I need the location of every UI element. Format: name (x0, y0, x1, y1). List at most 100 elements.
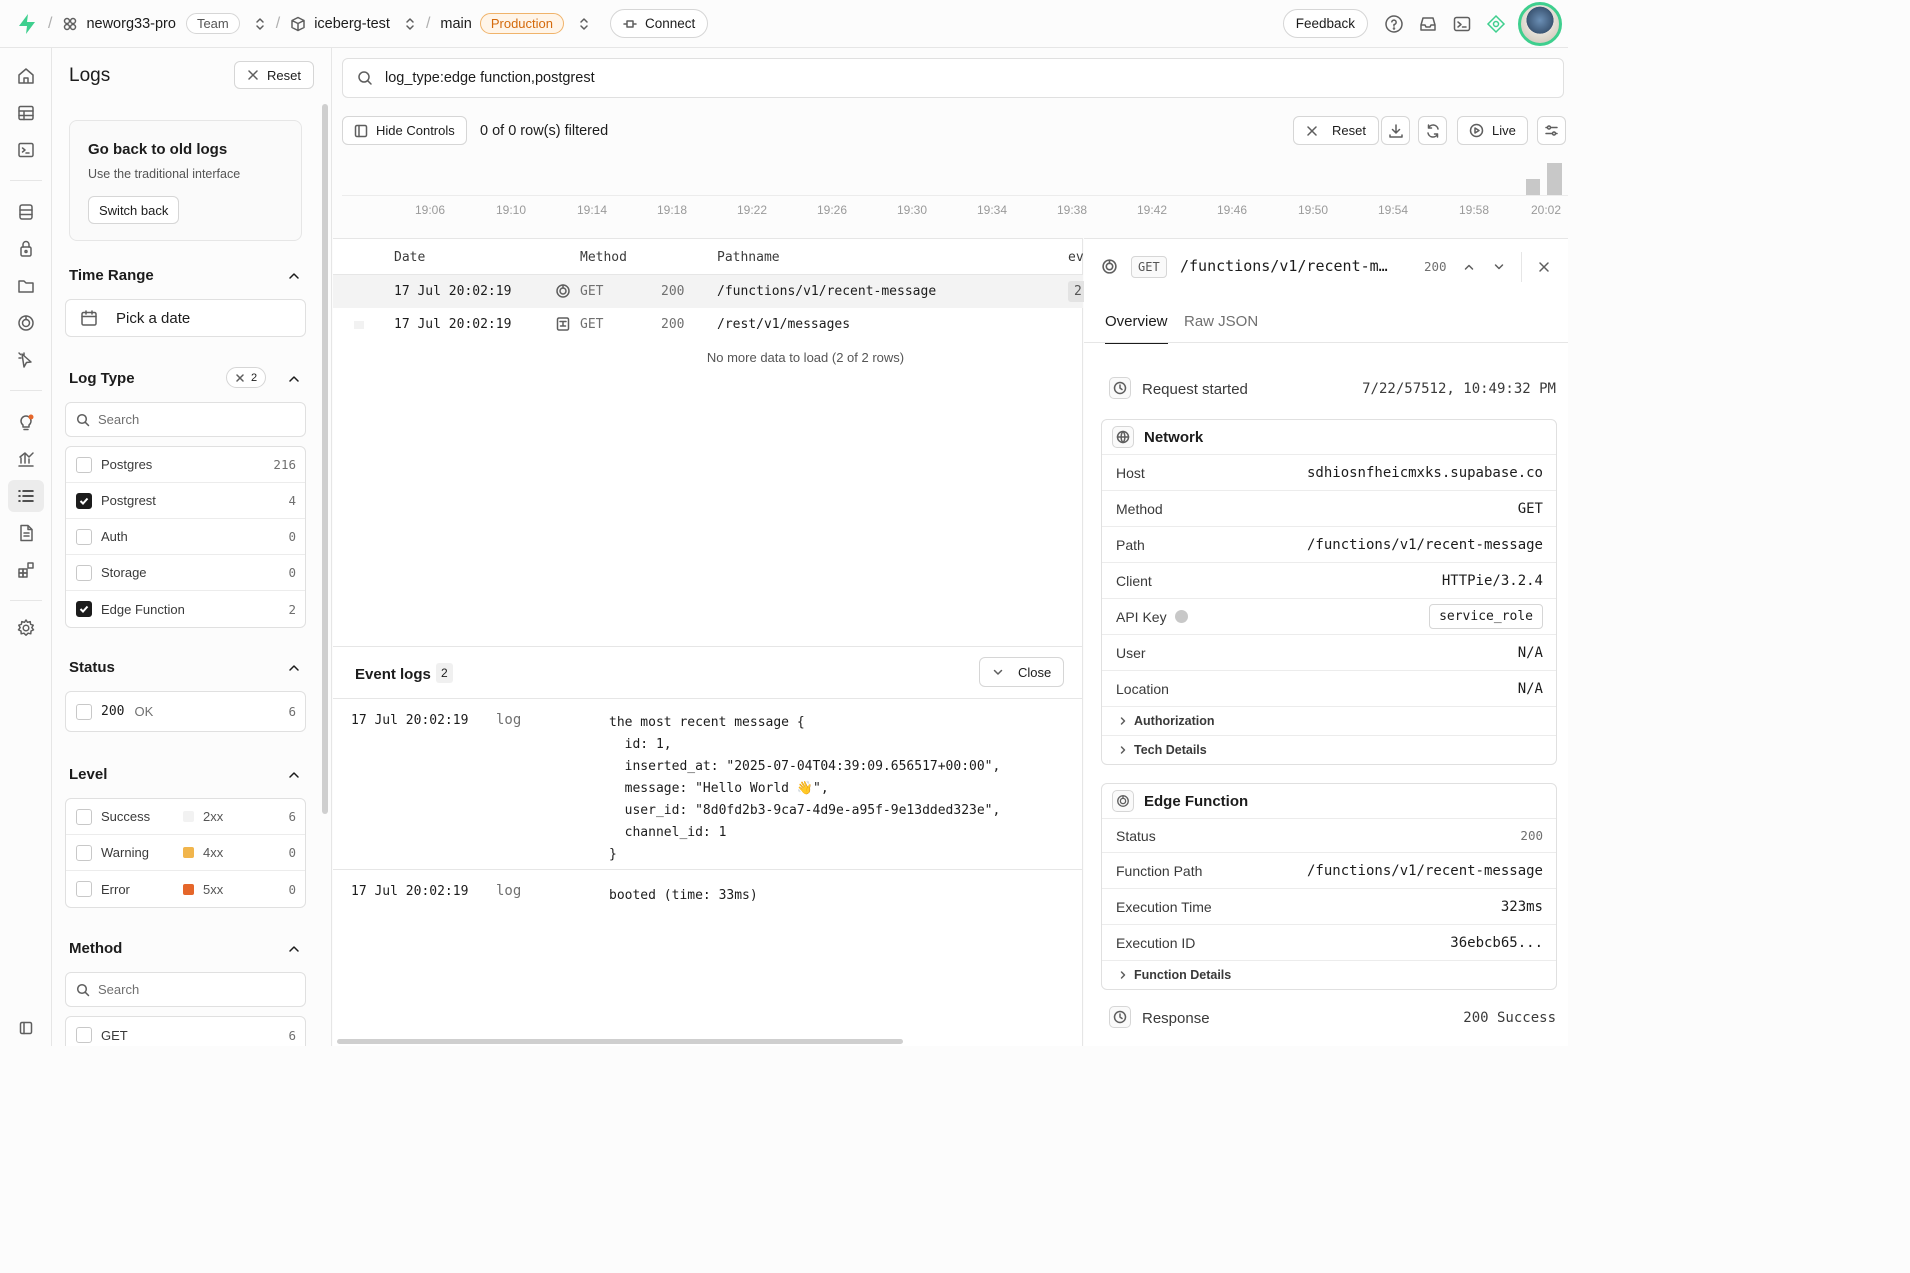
home-icon[interactable] (8, 60, 44, 92)
chevron-up-icon[interactable] (287, 768, 301, 782)
status-code: 200 (101, 704, 125, 719)
terminal-icon[interactable] (1446, 8, 1478, 40)
chevron-up-icon[interactable] (287, 661, 301, 675)
log-type-search-input[interactable]: Search (65, 402, 306, 437)
refresh-button[interactable] (1418, 116, 1447, 145)
sql-editor-icon[interactable] (8, 134, 44, 166)
api-docs-icon[interactable] (8, 517, 44, 549)
level-item-warning[interactable]: Warning 4xx 0 (66, 835, 305, 871)
chevron-up-icon[interactable] (1462, 260, 1476, 274)
edge-functions-icon[interactable] (8, 307, 44, 339)
settings-icon[interactable] (8, 612, 44, 644)
checkbox[interactable] (76, 456, 92, 473)
authorization-expander[interactable]: Authorization (1102, 706, 1556, 735)
timeline-histogram[interactable]: 19:06 19:10 19:14 19:18 19:22 19:26 19:3… (342, 156, 1568, 238)
chevron-up-icon[interactable] (287, 942, 301, 956)
inbox-icon[interactable] (1412, 8, 1444, 40)
user-avatar[interactable] (1518, 1, 1562, 46)
logs-icon[interactable] (8, 480, 44, 512)
date-picker-button[interactable]: Pick a date (65, 299, 306, 337)
row-status: 200 (661, 284, 685, 299)
sidebar-reset-button[interactable]: Reset (234, 61, 314, 89)
table-row[interactable]: 17 Jul 20:02:19 GET 200 /rest/v1/message… (333, 308, 1083, 341)
log-type-item-storage[interactable]: Storage 0 (66, 555, 305, 591)
help-icon[interactable] (1378, 8, 1410, 40)
table-row[interactable]: 17 Jul 20:02:19 GET 200 /functions/v1/re… (333, 275, 1088, 308)
checkbox[interactable] (76, 492, 92, 509)
column-header-event[interactable]: ev (1068, 250, 1084, 265)
live-label: Live (1492, 123, 1516, 138)
checkbox[interactable] (76, 1027, 92, 1043)
method-list: GET 6 (65, 1016, 306, 1046)
hide-controls-button[interactable]: Hide Controls (342, 116, 467, 145)
checkbox[interactable] (76, 703, 92, 720)
method-search-input[interactable]: Search (65, 972, 306, 1007)
log-type-item-auth[interactable]: Auth 0 (66, 519, 305, 555)
tech-details-expander[interactable]: Tech Details (1102, 735, 1556, 764)
column-settings-button[interactable] (1537, 116, 1566, 145)
event-log-entry[interactable]: 17 Jul 20:02:19 log booted (time: 33ms) (333, 871, 1083, 921)
divider (10, 390, 42, 391)
feedback-button[interactable]: Feedback (1282, 9, 1368, 38)
checkbox[interactable] (76, 528, 92, 545)
method-item-get[interactable]: GET 6 (66, 1017, 305, 1046)
live-button[interactable]: Live (1457, 116, 1528, 145)
log-type-label: Storage (101, 565, 147, 580)
sidebar-toggle-icon[interactable] (8, 1012, 44, 1044)
level-item-error[interactable]: Error 5xx 0 (66, 871, 305, 907)
histogram-bar[interactable] (1526, 179, 1540, 195)
switch-back-button[interactable]: Switch back (88, 196, 180, 224)
log-type-item-edge-function[interactable]: Edge Function 2 (66, 591, 305, 627)
supabase-logo[interactable] (16, 13, 38, 35)
column-header-pathname[interactable]: Pathname (717, 250, 780, 265)
download-button[interactable] (1381, 116, 1410, 145)
tab-overview[interactable]: Overview (1105, 313, 1168, 344)
query-input[interactable]: log_type:edge function,postgrest (342, 58, 1564, 98)
assistant-icon[interactable] (1480, 8, 1512, 40)
close-icon[interactable] (1537, 260, 1551, 274)
tab-raw-json[interactable]: Raw JSON (1184, 313, 1258, 330)
table-editor-icon[interactable] (8, 97, 44, 129)
checkbox[interactable] (76, 844, 92, 861)
connect-button[interactable]: Connect (610, 9, 709, 38)
chevron-down-icon[interactable] (1492, 260, 1506, 274)
reset-button[interactable]: Reset (1293, 116, 1379, 145)
chevron-up-icon[interactable] (287, 269, 301, 283)
sidebar-scrollbar[interactable] (322, 104, 328, 814)
checkbox[interactable] (76, 881, 92, 897)
storage-icon[interactable] (8, 270, 44, 302)
status-item-200[interactable]: 200 OK 6 (66, 692, 305, 731)
project-switcher-icon[interactable] (404, 16, 416, 32)
checkbox[interactable] (76, 601, 92, 617)
checkbox[interactable] (76, 808, 92, 825)
checkbox[interactable] (76, 564, 92, 581)
database-icon[interactable] (8, 196, 44, 228)
column-header-date[interactable]: Date (394, 250, 425, 265)
old-logs-title: Go back to old logs (88, 141, 228, 158)
horizontal-scrollbar[interactable] (337, 1039, 903, 1044)
log-type-item-postgres[interactable]: Postgres 216 (66, 447, 305, 483)
histogram-bar[interactable] (1547, 163, 1562, 195)
log-type-clear-badge[interactable]: 2 (226, 367, 267, 388)
chevron-right-icon (1120, 971, 1126, 979)
integrations-icon[interactable] (8, 554, 44, 586)
reports-icon[interactable] (8, 443, 44, 475)
auth-icon[interactable] (8, 233, 44, 265)
log-type-item-postgrest[interactable]: Postgrest 4 (66, 483, 305, 519)
column-header-method[interactable]: Method (580, 250, 627, 265)
realtime-icon[interactable] (8, 344, 44, 376)
branch-switcher-icon[interactable] (578, 16, 590, 32)
chevron-up-icon[interactable] (287, 372, 301, 386)
org-name[interactable]: neworg33-pro (86, 16, 175, 32)
project-name[interactable]: iceberg-test (314, 16, 390, 32)
function-details-expander[interactable]: Function Details (1102, 960, 1556, 989)
org-switcher-icon[interactable] (254, 16, 266, 32)
info-icon[interactable] (1174, 610, 1188, 623)
event-log-entry[interactable]: 17 Jul 20:02:19 log the most recent mess… (333, 700, 1083, 870)
network-header: Network (1102, 420, 1556, 454)
close-events-button[interactable]: Close (979, 657, 1065, 687)
level-item-success[interactable]: Success 2xx 6 (66, 799, 305, 835)
branch-name[interactable]: main (440, 16, 471, 32)
advisors-icon[interactable] (8, 406, 44, 438)
edge-function-icon (1101, 258, 1118, 275)
